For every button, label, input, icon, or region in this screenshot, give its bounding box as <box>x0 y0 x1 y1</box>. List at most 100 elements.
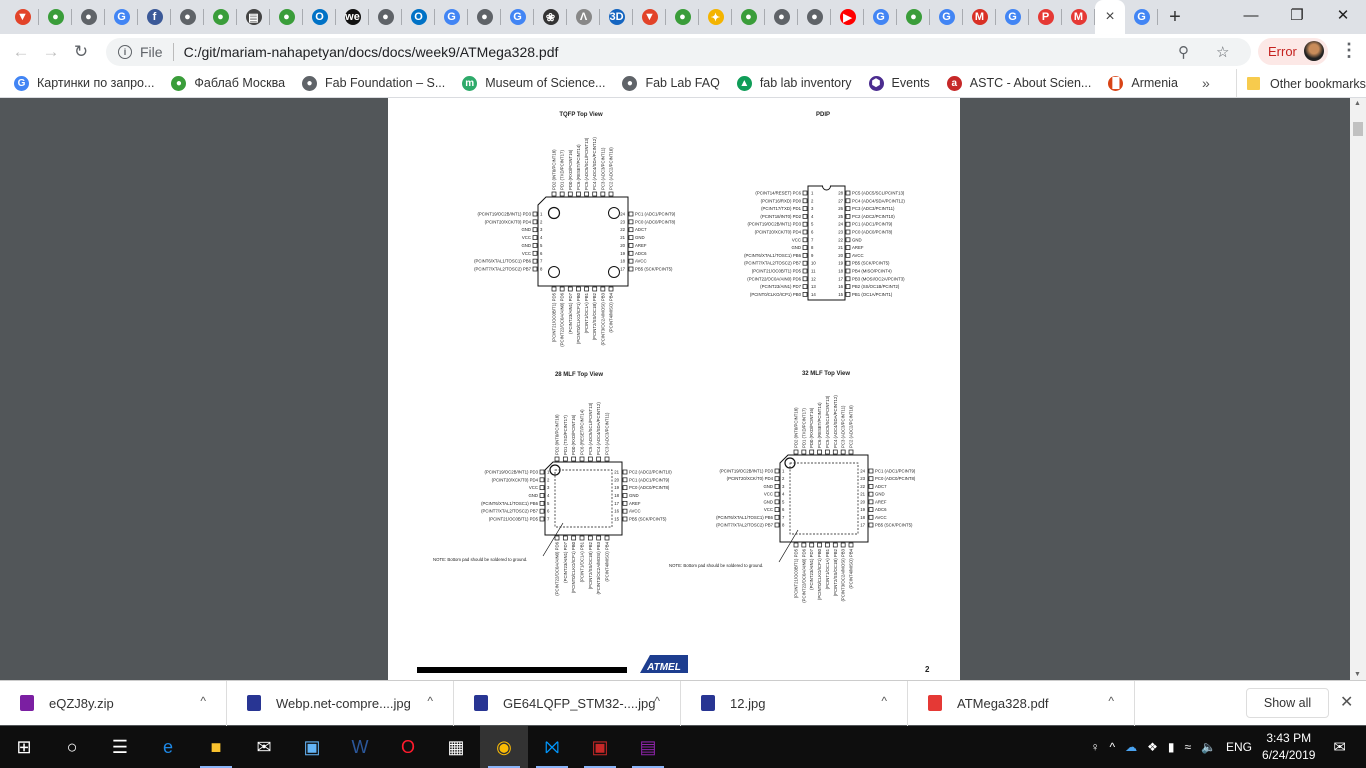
scroll-up-icon[interactable]: ▲ <box>1354 100 1361 107</box>
tab[interactable]: ▼ <box>633 0 666 34</box>
tab[interactable]: ● <box>204 0 237 34</box>
dropbox-icon[interactable]: ❖ <box>1147 740 1158 754</box>
tab[interactable]: ● <box>765 0 798 34</box>
tab[interactable]: P <box>1029 0 1062 34</box>
tab[interactable]: ▤ <box>237 0 270 34</box>
notifications-icon[interactable]: ✉ <box>1333 738 1346 756</box>
bookmark-item[interactable]: ● Fab Foundation – S... <box>302 75 445 91</box>
menu-kebab-icon[interactable]: ⋮ <box>1340 40 1358 61</box>
bookmark-item[interactable]: m Museum of Science... <box>462 75 605 91</box>
bookmark-item[interactable]: █ Armenia <box>1108 75 1178 91</box>
other-bookmarks[interactable]: Other bookmarks <box>1236 69 1366 98</box>
taskbar-chrome[interactable]: ◉ <box>480 726 528 768</box>
tray-chevron-icon[interactable]: ^ <box>1109 740 1115 754</box>
new-tab-button[interactable]: + <box>1158 6 1192 29</box>
profile-error-button[interactable]: Error <box>1258 38 1328 65</box>
tab[interactable]: G <box>501 0 534 34</box>
taskbar-edge[interactable]: e <box>144 726 192 768</box>
scrollbar[interactable]: ▲ ▼ <box>1350 98 1366 680</box>
download-menu-chevron-icon[interactable]: ^ <box>200 694 206 708</box>
tab[interactable]: f <box>138 0 171 34</box>
tab[interactable]: ● <box>171 0 204 34</box>
people-icon[interactable]: ♀ <box>1090 740 1099 754</box>
download-item[interactable]: GE64LQFP_STM32-....jpg ^ <box>454 680 681 726</box>
scroll-down-icon[interactable]: ▼ <box>1354 671 1361 678</box>
minimize-button[interactable]: — <box>1228 0 1274 30</box>
tab[interactable]: G <box>930 0 963 34</box>
reload-button[interactable]: ↻ <box>66 42 96 62</box>
show-all-downloads-button[interactable]: Show all <box>1246 688 1329 718</box>
tab[interactable]: G <box>1125 0 1158 34</box>
window-close-button[interactable]: ✕ <box>1320 0 1366 30</box>
taskbar-remote[interactable]: ▣ <box>288 726 336 768</box>
tab[interactable]: ❀ <box>534 0 567 34</box>
tab[interactable]: M <box>1062 0 1095 34</box>
tab[interactable]: G <box>435 0 468 34</box>
url-text[interactable]: C:/git/mariam-nahapetyan/docs/docs/week9… <box>184 44 559 60</box>
download-item[interactable]: eQZJ8y.zip ^ <box>0 680 227 726</box>
tab[interactable]: ● <box>798 0 831 34</box>
tab[interactable]: ● <box>72 0 105 34</box>
bookmark-star-icon[interactable]: ☆ <box>1216 43 1229 61</box>
bookmark-item[interactable]: G Картинки по запро... <box>14 75 154 91</box>
taskbar-winrar[interactable]: ▤ <box>624 726 672 768</box>
tab[interactable]: O <box>402 0 435 34</box>
taskbar-task-view[interactable]: ☰ <box>96 726 144 768</box>
language-indicator[interactable]: ENG <box>1226 740 1252 754</box>
clock[interactable]: 3:43 PM 6/24/2019 <box>1262 730 1315 764</box>
tab[interactable]: G <box>996 0 1029 34</box>
tab-close-icon[interactable]: × <box>1105 8 1114 26</box>
taskbar-vscode[interactable]: ⨝ <box>528 726 576 768</box>
bookmark-item[interactable]: ● Fab Lab FAQ <box>622 75 720 91</box>
taskbar-start[interactable]: ⊞ <box>0 726 48 768</box>
download-item[interactable]: Webp.net-compre....jpg ^ <box>227 680 454 726</box>
info-icon[interactable]: i <box>118 45 132 59</box>
restore-button[interactable]: ❐ <box>1274 0 1320 30</box>
tab[interactable]: M <box>963 0 996 34</box>
tab[interactable]: ✦ <box>699 0 732 34</box>
battery-icon[interactable]: ▮ <box>1168 740 1175 754</box>
close-downloads-bar-button[interactable]: ✕ <box>1340 692 1353 712</box>
tab[interactable]: Λ <box>567 0 600 34</box>
onedrive-icon[interactable]: ☁ <box>1125 740 1137 754</box>
download-item[interactable]: ATMega328.pdf ^ <box>908 680 1135 726</box>
tab[interactable]: ● <box>732 0 765 34</box>
address-bar[interactable]: i File C:/git/mariam-nahapetyan/docs/doc… <box>106 38 1251 66</box>
tab[interactable]: ● <box>897 0 930 34</box>
back-button[interactable]: ← <box>6 42 36 62</box>
tab[interactable]: 3D <box>600 0 633 34</box>
tab[interactable]: ● <box>270 0 303 34</box>
tab[interactable]: O <box>303 0 336 34</box>
volume-icon[interactable]: 🔈 <box>1201 740 1216 754</box>
tab[interactable]: G <box>105 0 138 34</box>
tab[interactable]: ▶ <box>831 0 864 34</box>
bookmark-item[interactable]: ● Фаблаб Москва <box>171 75 285 91</box>
bookmarks-overflow-button[interactable]: » <box>1202 75 1210 91</box>
taskbar-store[interactable]: ▦ <box>432 726 480 768</box>
taskbar-word[interactable]: W <box>336 726 384 768</box>
tab[interactable]: ● <box>39 0 72 34</box>
tab[interactable]: ▼ <box>6 0 39 34</box>
wifi-icon[interactable]: ≈ <box>1184 740 1191 754</box>
taskbar-file-explorer[interactable]: ■ <box>192 726 240 768</box>
tab[interactable]: ● <box>468 0 501 34</box>
download-menu-chevron-icon[interactable]: ^ <box>654 694 660 708</box>
tab[interactable]: ● <box>666 0 699 34</box>
bookmark-item[interactable]: ▲ fab lab inventory <box>736 75 852 91</box>
download-menu-chevron-icon[interactable]: ^ <box>1108 694 1114 708</box>
scrollbar-thumb[interactable] <box>1353 122 1363 136</box>
download-menu-chevron-icon[interactable]: ^ <box>427 694 433 708</box>
tab[interactable]: G <box>864 0 897 34</box>
zoom-icon[interactable]: ⚲ <box>1178 43 1189 61</box>
taskbar-opera[interactable]: O <box>384 726 432 768</box>
download-item[interactable]: 12.jpg ^ <box>681 680 908 726</box>
bookmark-item[interactable]: a ASTC - About Scien... <box>946 75 1091 91</box>
tab[interactable]: we <box>336 0 369 34</box>
forward-button[interactable]: → <box>36 42 66 62</box>
taskbar-cortana[interactable]: ○ <box>48 726 96 768</box>
tab-active[interactable]: × <box>1095 0 1125 34</box>
tab[interactable]: ● <box>369 0 402 34</box>
taskbar-image-viewer[interactable]: ▣ <box>576 726 624 768</box>
bookmark-item[interactable]: ⬢ Events <box>868 75 930 91</box>
taskbar-mail[interactable]: ✉ <box>240 726 288 768</box>
